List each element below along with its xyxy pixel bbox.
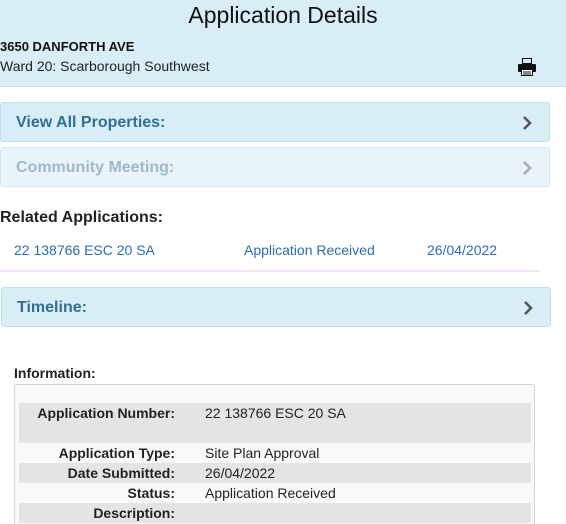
info-value: Site Plan Approval	[205, 445, 320, 461]
community-meeting-label: Community Meeting:	[16, 159, 175, 176]
related-application-link[interactable]: 22 138766 ESC 20 SA	[14, 242, 155, 258]
related-application-date: 26/04/2022	[427, 242, 498, 258]
timeline-label: Timeline:	[17, 299, 87, 316]
related-applications-heading: Related Applications:	[0, 209, 163, 226]
info-row-application-number: Application Number: 22 138766 ESC 20 SA	[19, 403, 531, 443]
info-label: Description:	[93, 505, 175, 521]
chevron-right-icon	[524, 301, 533, 315]
printer-icon[interactable]	[516, 56, 538, 78]
view-all-properties-label: View All Properties:	[16, 114, 166, 131]
info-row-description: Description:	[19, 503, 531, 523]
property-address: 3650 DANFORTH AVE	[0, 39, 135, 54]
info-label: Application Type:	[58, 445, 175, 461]
info-row-application-type: Application Type: Site Plan Approval	[19, 443, 531, 463]
information-heading: Information:	[14, 365, 96, 381]
info-value: 22 138766 ESC 20 SA	[205, 405, 346, 421]
chevron-right-icon	[523, 161, 532, 175]
community-meeting-panel[interactable]: Community Meeting:	[0, 147, 550, 187]
timeline-panel[interactable]: Timeline:	[1, 287, 551, 327]
view-all-properties-panel[interactable]: View All Properties:	[0, 102, 550, 142]
related-application-row: 22 138766 ESC 20 SA Application Received…	[0, 240, 540, 272]
info-label: Application Number:	[37, 405, 175, 421]
related-application-status: Application Received	[244, 242, 375, 258]
info-row-date-submitted: Date Submitted: 26/04/2022	[19, 463, 531, 483]
chevron-right-icon	[523, 116, 532, 130]
ward-label: Ward 20: Scarborough Southwest	[0, 58, 210, 74]
page-header: Application Details 3650 DANFORTH AVE Wa…	[0, 0, 566, 87]
info-value: 26/04/2022	[205, 465, 276, 481]
page-title: Application Details	[188, 2, 378, 28]
information-table: Application Number: 22 138766 ESC 20 SA …	[14, 384, 535, 524]
info-row-status: Status: Application Received	[19, 483, 531, 503]
info-value: Application Received	[205, 485, 336, 501]
info-label: Date Submitted:	[67, 465, 175, 481]
info-label: Status:	[127, 485, 175, 501]
